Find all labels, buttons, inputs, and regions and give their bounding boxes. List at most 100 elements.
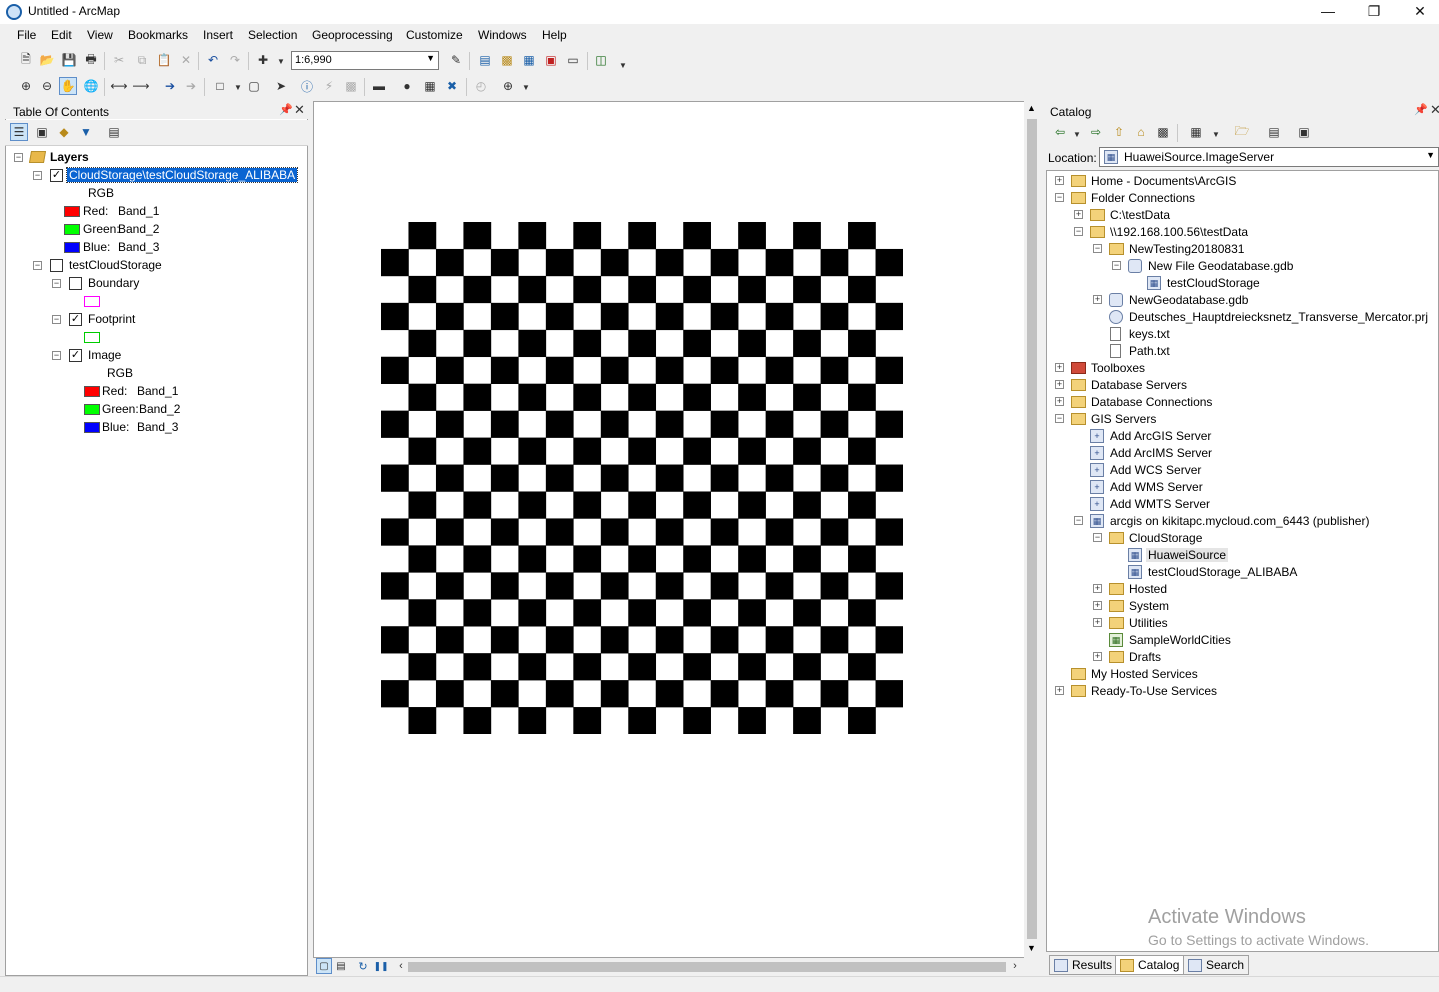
- toolboxes-expander[interactable]: +: [1055, 363, 1064, 372]
- measure-icon[interactable]: ▬: [370, 77, 388, 95]
- catalog-c-testdata[interactable]: C:\testData: [1110, 206, 1170, 224]
- vertical-scroll-thumb[interactable]: [1027, 119, 1037, 939]
- boundary-checkbox[interactable]: [69, 277, 82, 290]
- go-to-xy-icon[interactable]: ✖: [443, 77, 461, 95]
- catalog-path[interactable]: Path.txt: [1129, 342, 1170, 360]
- html-popup-icon[interactable]: ▩: [342, 77, 360, 95]
- catalog-sampleworld[interactable]: SampleWorldCities: [1129, 631, 1231, 649]
- layer2-name[interactable]: testCloudStorage: [69, 256, 162, 274]
- catalog-huaweisource[interactable]: HuaweiSource: [1146, 546, 1229, 564]
- system-expander[interactable]: +: [1093, 601, 1102, 610]
- home-folder-icon[interactable]: ⌂: [1132, 123, 1150, 141]
- image-expander[interactable]: −: [52, 351, 61, 360]
- layer1-visibility-checkbox[interactable]: ✓: [50, 169, 63, 182]
- catalog-add-wcs[interactable]: Add WCS Server: [1110, 461, 1201, 479]
- tab-results[interactable]: Results: [1049, 955, 1118, 975]
- menu-help[interactable]: Help: [542, 28, 567, 42]
- maximize-button[interactable]: ❐: [1351, 0, 1397, 24]
- viewer-dropdown-icon[interactable]: ▼: [517, 78, 535, 96]
- views-icon[interactable]: ▦: [1187, 123, 1205, 141]
- close-icon[interactable]: ✕: [1430, 102, 1439, 118]
- catalog-hosted[interactable]: Hosted: [1129, 580, 1167, 598]
- hyperlink-icon[interactable]: ⚡: [320, 77, 338, 95]
- redo-icon[interactable]: ↷: [226, 51, 244, 69]
- unc-testdata-expander[interactable]: −: [1074, 227, 1083, 236]
- menu-windows[interactable]: Windows: [478, 28, 527, 42]
- menu-selection[interactable]: Selection: [248, 28, 297, 42]
- viewer-window-icon[interactable]: ⊕: [499, 77, 517, 95]
- map-scale-combo[interactable]: 1:6,990 ▼: [291, 51, 439, 70]
- cut-icon[interactable]: ✂: [110, 51, 128, 69]
- new-document-icon[interactable]: 🗎: [17, 51, 35, 69]
- copy-icon[interactable]: ⧉: [133, 51, 151, 69]
- zoom-in-icon[interactable]: ⊕: [17, 77, 35, 95]
- footprint-checkbox[interactable]: ✓: [69, 313, 82, 326]
- modelbuilder-icon[interactable]: ◫: [592, 51, 610, 69]
- boundary-label[interactable]: Boundary: [88, 274, 139, 292]
- find-route-icon[interactable]: ▦: [421, 77, 439, 95]
- list-by-visibility-icon[interactable]: ◆: [55, 123, 73, 141]
- menu-view[interactable]: View: [87, 28, 113, 42]
- image-label[interactable]: Image: [88, 346, 121, 364]
- full-extent-icon[interactable]: 🌐: [82, 77, 100, 95]
- newtesting-expander[interactable]: −: [1093, 244, 1102, 253]
- table-of-contents-icon[interactable]: ▤: [476, 51, 494, 69]
- refresh-icon[interactable]: ↻: [355, 958, 371, 974]
- editor-toolbar-icon[interactable]: ✎: [447, 51, 465, 69]
- catalog-add-arcgis[interactable]: Add ArcGIS Server: [1110, 427, 1211, 445]
- connect-to-folder-icon[interactable]: 🗁: [1233, 123, 1251, 141]
- catalog-options-icon[interactable]: ▣: [1295, 123, 1313, 141]
- catalog-add-wms[interactable]: Add WMS Server: [1110, 478, 1203, 496]
- menu-file[interactable]: File: [17, 28, 36, 42]
- scroll-up-icon[interactable]: ▲: [1027, 103, 1036, 113]
- ready-to-use-expander[interactable]: +: [1055, 686, 1064, 695]
- scroll-right-icon[interactable]: ›: [1007, 958, 1023, 974]
- catalog-toolboxes[interactable]: Toolboxes: [1091, 359, 1145, 377]
- catalog-test-cloud[interactable]: testCloudStorage: [1167, 274, 1260, 292]
- scroll-down-icon[interactable]: ▼: [1027, 943, 1036, 953]
- folder-connections-expander[interactable]: −: [1055, 193, 1064, 202]
- menu-customize[interactable]: Customize: [406, 28, 463, 42]
- forward-arrow-icon[interactable]: ⇨: [1087, 123, 1105, 141]
- fixed-zoom-out-icon[interactable]: ⟶: [132, 77, 150, 95]
- catalog-ready-to-use[interactable]: Ready-To-Use Services: [1091, 682, 1217, 700]
- layout-view-icon[interactable]: ▤: [333, 958, 349, 974]
- list-by-source-icon[interactable]: ▣: [33, 123, 51, 141]
- connect-folder-icon[interactable]: ▩: [1154, 123, 1172, 141]
- c-testdata-expander[interactable]: +: [1074, 210, 1083, 219]
- go-back-extent-icon[interactable]: ➔: [161, 77, 179, 95]
- footprint-expander[interactable]: −: [52, 315, 61, 324]
- layers-dataframe-label[interactable]: Layers: [50, 148, 89, 166]
- tab-catalog[interactable]: Catalog: [1115, 955, 1185, 975]
- pin-icon[interactable]: 📌: [1414, 103, 1428, 116]
- time-slider-icon[interactable]: ◴: [472, 77, 490, 95]
- catalog-new-gdb[interactable]: New File Geodatabase.gdb: [1148, 257, 1293, 275]
- scroll-left-icon[interactable]: ‹: [393, 958, 409, 974]
- map-display[interactable]: [313, 101, 1039, 958]
- gis-servers-expander[interactable]: −: [1055, 414, 1064, 423]
- up-level-icon[interactable]: ⇧: [1110, 123, 1128, 141]
- hosted-expander[interactable]: +: [1093, 584, 1102, 593]
- clear-selection-icon[interactable]: ▢: [245, 77, 263, 95]
- fixed-zoom-in-icon[interactable]: ⟷: [110, 77, 128, 95]
- catalog-window-icon[interactable]: ▩: [498, 51, 516, 69]
- paste-icon[interactable]: 📋: [155, 51, 173, 69]
- utilities-expander[interactable]: +: [1093, 618, 1102, 627]
- toc-options-icon[interactable]: ▤: [105, 123, 123, 141]
- catalog-newgeodb[interactable]: NewGeodatabase.gdb: [1129, 291, 1248, 309]
- catalog-add-wmts[interactable]: Add WMTS Server: [1110, 495, 1210, 513]
- catalog-my-hosted[interactable]: My Hosted Services: [1091, 665, 1198, 683]
- back-arrow-icon[interactable]: ⇦: [1051, 123, 1069, 141]
- pause-drawing-icon[interactable]: ❚❚: [373, 958, 389, 974]
- cloudstorage-expander[interactable]: −: [1093, 533, 1102, 542]
- db-servers-expander[interactable]: +: [1055, 380, 1064, 389]
- catalog-prj[interactable]: Deutsches_Hauptdreiecksnetz_Transverse_M…: [1129, 308, 1428, 326]
- image-checkbox[interactable]: ✓: [69, 349, 82, 362]
- menu-insert[interactable]: Insert: [203, 28, 233, 42]
- arctoolbox-icon[interactable]: ▣: [542, 51, 560, 69]
- new-gdb-expander[interactable]: −: [1112, 261, 1121, 270]
- db-connections-expander[interactable]: +: [1055, 397, 1064, 406]
- drafts-expander[interactable]: +: [1093, 652, 1102, 661]
- footprint-label[interactable]: Footprint: [88, 310, 135, 328]
- toggle-contents-icon[interactable]: ▤: [1265, 123, 1283, 141]
